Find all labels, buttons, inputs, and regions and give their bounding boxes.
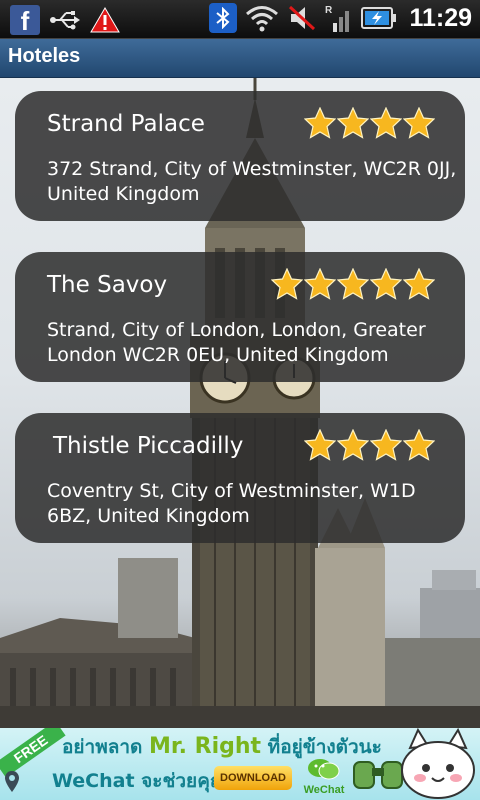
ad-banner[interactable]: FREE อย่าพลาด Mr. Right ที่อยู่ข้างตัวนะ…	[0, 728, 480, 800]
hotel-rating	[304, 429, 435, 461]
status-bar-system: R 11:29	[209, 3, 472, 33]
hotel-rating	[271, 268, 435, 300]
ad-subline: WeChat จะช่วยคุณ	[52, 770, 228, 792]
hotel-address: 372 Strand, City of Westminster, WC2R 0J…	[47, 158, 457, 205]
bluetooth-icon	[209, 3, 238, 33]
page-title: Hoteles	[8, 45, 81, 67]
hotel-card[interactable]: Strand Palace 372 Strand, City of Westmi…	[15, 91, 465, 221]
star-icon	[304, 429, 336, 461]
location-pin-icon	[5, 771, 19, 792]
star-icon	[403, 429, 435, 461]
star-icon	[304, 107, 336, 139]
title-bar: Hoteles	[0, 39, 480, 78]
status-bar: f R 11:29	[0, 0, 480, 39]
hotel-rating	[304, 107, 435, 139]
status-clock: 11:29	[409, 3, 472, 32]
hotel-name: Strand Palace	[47, 111, 205, 137]
star-icon	[337, 429, 369, 461]
hotel-card[interactable]: Thistle Piccadilly Coventry St, City of …	[15, 413, 465, 543]
star-icon	[370, 107, 402, 139]
usb-icon	[50, 11, 80, 30]
facebook-icon: f	[10, 5, 40, 36]
ad-headline-prefix: อย่าพลาด	[62, 736, 143, 758]
hotel-address: Strand, City of London, London, Greater …	[47, 319, 426, 366]
hotel-name: Thistle Piccadilly	[53, 433, 244, 459]
wechat-icon	[308, 759, 340, 780]
battery-icon	[361, 7, 397, 29]
star-icon	[337, 107, 369, 139]
wechat-label: WeChat	[303, 784, 345, 796]
star-icon	[370, 429, 402, 461]
hotel-card[interactable]: The Savoy Strand, City of London, London…	[15, 252, 465, 382]
warning-icon	[90, 7, 120, 33]
wifi-icon	[246, 6, 279, 32]
mute-icon	[289, 5, 316, 31]
ad-headline-brand: Mr. Right	[149, 734, 262, 759]
signal-icon: R	[325, 5, 350, 32]
hotel-address: Coventry St, City of Westminster, W1D 6B…	[47, 480, 416, 527]
download-button[interactable]: DOWNLOAD	[214, 766, 292, 790]
star-icon	[403, 268, 435, 300]
cat-mascot-icon	[401, 728, 475, 799]
star-icon	[403, 107, 435, 139]
svg-text:R: R	[325, 5, 333, 16]
hotel-name: The Savoy	[47, 272, 168, 298]
star-icon	[304, 268, 336, 300]
status-bar-notifications: f	[10, 5, 120, 36]
star-icon	[271, 268, 303, 300]
star-icon	[337, 268, 369, 300]
star-icon	[370, 268, 402, 300]
wechat-logo: WeChat	[302, 758, 346, 796]
